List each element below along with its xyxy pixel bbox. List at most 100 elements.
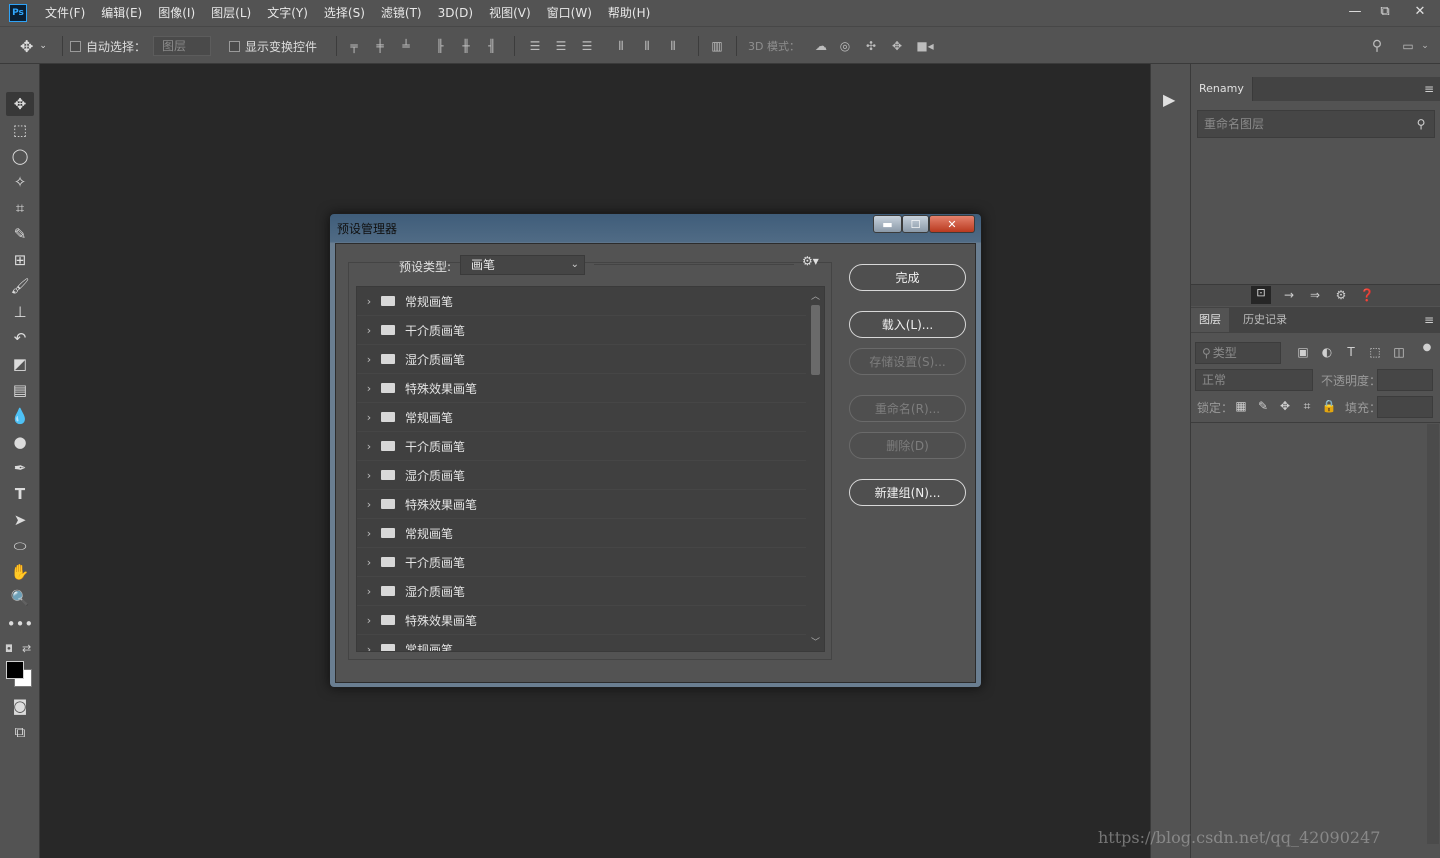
stamp-tool-icon[interactable]: ⊥ (6, 300, 34, 324)
chevron-right-icon[interactable]: › (359, 469, 379, 482)
menu-filter[interactable]: 滤镜(T) (373, 0, 430, 26)
double-arrow-icon[interactable]: ⇒ (1307, 288, 1323, 302)
shape-filter-icon[interactable]: ⬚ (1367, 345, 1383, 359)
close-button[interactable]: ✕ (1400, 0, 1440, 22)
adjustment-filter-icon[interactable]: ◐ (1319, 345, 1335, 359)
align-hcenter-icon[interactable]: ╫ (459, 40, 473, 52)
pen-tool-icon[interactable]: ✒ (6, 456, 34, 480)
menu-edit[interactable]: 编辑(E) (93, 0, 150, 26)
layer-kind-filter[interactable]: ⚲ 类型 (1195, 342, 1281, 364)
scrollbar-thumb[interactable] (811, 305, 820, 375)
chevron-right-icon[interactable]: › (359, 498, 379, 511)
panel-menu-icon[interactable]: ≡ (1421, 82, 1437, 96)
healing-brush-tool-icon[interactable]: ⊞ (6, 248, 34, 272)
chevron-right-icon[interactable]: › (359, 295, 379, 308)
lock-position-icon[interactable]: ✥ (1277, 399, 1293, 413)
lock-all-icon[interactable]: 🔒 (1321, 399, 1337, 413)
rename-icon[interactable]: ⊡ (1251, 286, 1271, 304)
pixel-filter-icon[interactable]: ▣ (1295, 345, 1311, 359)
show-transform-checkbox[interactable] (229, 40, 240, 52)
lock-artboard-icon[interactable]: ⌗ (1299, 399, 1315, 414)
tab-renamy[interactable]: Renamy (1191, 77, 1253, 101)
list-item[interactable]: › 湿介质画笔 (357, 577, 806, 606)
dodge-tool-icon[interactable]: ● (6, 430, 34, 454)
distribute-right-icon[interactable]: ⫴ (666, 40, 680, 52)
crop-tool-icon[interactable]: ⌗ (6, 196, 34, 220)
list-item[interactable]: › 干介质画笔 (357, 432, 806, 461)
align-right-icon[interactable]: ╢ (485, 40, 499, 52)
menu-layer[interactable]: 图层(L) (203, 0, 259, 26)
menu-file[interactable]: 文件(F) (37, 0, 93, 26)
load-button[interactable]: 载入(L)... (849, 311, 966, 338)
auto-select-option[interactable]: 自动选择： (70, 27, 146, 65)
3d-scale-icon[interactable]: ■◂ (916, 40, 934, 52)
delete-button[interactable]: 删除(D) (849, 432, 966, 459)
dialog-close-button[interactable]: ✕ (929, 215, 975, 233)
marquee-tool-icon[interactable]: ⬚ (6, 118, 34, 142)
swap-colors-icon[interactable]: ⇄ (22, 642, 31, 655)
list-item[interactable]: › 湿介质画笔 (357, 345, 806, 374)
chevron-right-icon[interactable]: › (359, 527, 379, 540)
lock-image-icon[interactable]: ✎ (1255, 399, 1271, 413)
type-filter-icon[interactable]: T (1343, 345, 1359, 359)
search-icon[interactable]: ⚲ (1370, 39, 1384, 53)
foreground-color-swatch[interactable] (6, 661, 24, 679)
gradient-tool-icon[interactable]: ▤ (6, 378, 34, 402)
tab-layers[interactable]: 图层 (1191, 308, 1229, 332)
auto-select-dropdown[interactable]: 图层 (153, 27, 211, 65)
magic-wand-tool-icon[interactable]: ✧ (6, 170, 34, 194)
eraser-tool-icon[interactable]: ◩ (6, 352, 34, 376)
show-transform-option[interactable]: 显示变换控件 (229, 27, 317, 65)
menu-image[interactable]: 图像(I) (150, 0, 203, 26)
lasso-tool-icon[interactable]: ◯ (6, 144, 34, 168)
scroll-up-icon[interactable]: ︿ (811, 289, 820, 302)
list-item[interactable]: › 特殊效果画笔 (357, 606, 806, 635)
chevron-right-icon[interactable]: › (359, 614, 379, 627)
zoom-tool-icon[interactable]: 🔍 (6, 586, 34, 610)
3d-pan-icon[interactable]: ✣ (864, 40, 878, 52)
distribute-top-icon[interactable]: ☰ (528, 40, 542, 52)
done-button[interactable]: 完成 (849, 264, 966, 291)
new-group-button[interactable]: 新建组(N)... (849, 479, 966, 506)
distribute-vcenter-icon[interactable]: ☰ (554, 40, 568, 52)
list-item[interactable]: › 干介质画笔 (357, 548, 806, 577)
tab-history[interactable]: 历史记录 (1235, 308, 1295, 332)
minimize-button[interactable]: — (1340, 0, 1370, 22)
search-icon[interactable]: ⚲ (1413, 117, 1429, 131)
distribute-hcenter-icon[interactable]: ⫴ (640, 40, 654, 52)
list-item[interactable]: › 特殊效果画笔 (357, 490, 806, 519)
path-selection-tool-icon[interactable]: ➤ (6, 508, 34, 532)
arrow-right-icon[interactable]: → (1281, 288, 1297, 302)
align-bottom-icon[interactable]: ╧ (399, 40, 413, 52)
menu-select[interactable]: 选择(S) (316, 0, 373, 26)
move-tool-icon[interactable]: ✥ ⌄ (20, 27, 47, 65)
auto-select-checkbox[interactable] (70, 40, 81, 52)
distribute-left-icon[interactable]: ⫴ (614, 40, 628, 52)
3d-slide-icon[interactable]: ✥ (890, 40, 904, 52)
chevron-right-icon[interactable]: › (359, 440, 379, 453)
save-settings-button[interactable]: 存储设置(S)... (849, 348, 966, 375)
align-left-icon[interactable]: ╟ (433, 40, 447, 52)
move-tool-icon[interactable]: ✥ (6, 92, 34, 116)
list-item[interactable]: › 干介质画笔 (357, 316, 806, 345)
dialog-maximize-button[interactable]: ☐ (902, 215, 929, 233)
fill-input[interactable] (1377, 396, 1433, 418)
chevron-right-icon[interactable]: › (359, 585, 379, 598)
help-icon[interactable]: ❓ (1359, 288, 1375, 302)
blend-mode-select[interactable]: 正常 (1195, 369, 1313, 391)
dialog-minimize-button[interactable]: ▬ (873, 215, 902, 233)
3d-orbit-icon[interactable]: ☁ (812, 40, 830, 52)
ellipse-tool-icon[interactable]: ⬭ (6, 534, 34, 558)
menu-window[interactable]: 窗口(W) (539, 0, 600, 26)
scroll-down-icon[interactable]: ﹀ (811, 635, 820, 648)
screen-mode-icon[interactable]: ⧉ (6, 720, 34, 744)
chevron-right-icon[interactable]: › (359, 382, 379, 395)
list-item[interactable]: › 特殊效果画笔 (357, 374, 806, 403)
workspace-icon[interactable]: ▭ (1400, 40, 1416, 52)
preset-type-select[interactable]: 画笔 ⌄ (460, 255, 585, 275)
distribute-bottom-icon[interactable]: ☰ (580, 40, 594, 52)
rename-button[interactable]: 重命名(R)... (849, 395, 966, 422)
smart-object-filter-icon[interactable]: ◫ (1391, 345, 1407, 359)
filter-toggle-icon[interactable]: ● (1419, 342, 1435, 353)
brush-tool-icon[interactable]: 🖌 (6, 274, 34, 298)
